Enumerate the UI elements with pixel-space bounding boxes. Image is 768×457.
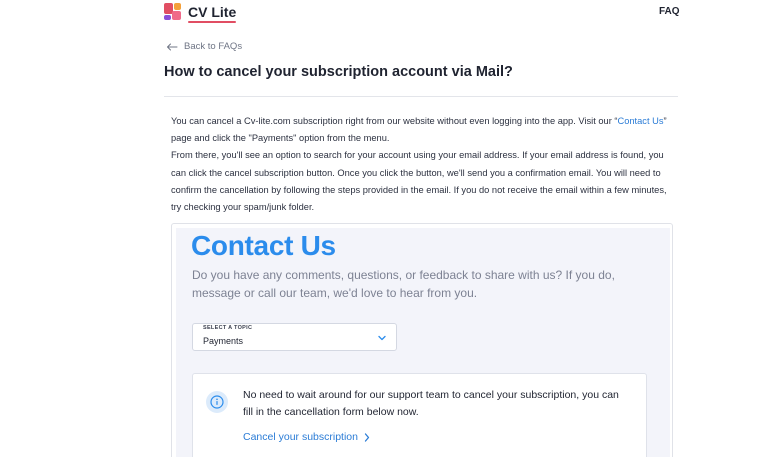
back-to-faqs-link[interactable]: Back to FAQs	[166, 41, 242, 52]
cancel-subscription-label: Cancel your subscription	[243, 431, 358, 443]
info-icon	[206, 391, 228, 413]
page-title: How to cancel your subscription account …	[164, 64, 513, 80]
contact-us-subtitle: Do you have any comments, questions, or …	[192, 268, 615, 300]
faq-link[interactable]: FAQ	[659, 6, 680, 17]
chevron-right-icon	[364, 432, 370, 442]
chevron-down-icon	[378, 335, 386, 341]
cv-lite-logo-icon	[164, 3, 181, 20]
cancellation-notice: No need to wait around for our support t…	[192, 373, 647, 457]
paragraph-text: You can cancel a Cv-lite.com subscriptio…	[171, 116, 618, 126]
arrow-left-icon	[167, 43, 178, 50]
title-divider	[164, 96, 678, 97]
site-header: CV Lite FAQ	[0, 0, 768, 26]
notice-text: No need to wait around for our support t…	[243, 389, 619, 418]
article-paragraph-1: You can cancel a Cv-lite.com subscriptio…	[171, 113, 679, 147]
contact-us-link[interactable]: Contact Us	[618, 116, 664, 126]
cancel-subscription-link[interactable]: Cancel your subscription	[243, 431, 370, 443]
brand-logo[interactable]: CV Lite	[164, 3, 237, 23]
back-label: Back to FAQs	[184, 41, 243, 52]
contact-us-title: Contact Us	[191, 230, 336, 261]
topic-select-value: Payments	[203, 336, 244, 346]
contact-us-panel: Contact Us Do you have any comments, que…	[176, 228, 670, 457]
topic-select-label: SELECT A TOPIC	[203, 325, 253, 331]
topic-select[interactable]: SELECT A TOPIC Payments	[192, 323, 397, 351]
brand-name: CV Lite	[188, 3, 237, 23]
article-body: You can cancel a Cv-lite.com subscriptio…	[171, 113, 679, 216]
contact-us-screenshot: Contact Us Do you have any comments, que…	[171, 223, 673, 457]
article-paragraph-2: From there, you'll see an option to sear…	[171, 150, 667, 213]
